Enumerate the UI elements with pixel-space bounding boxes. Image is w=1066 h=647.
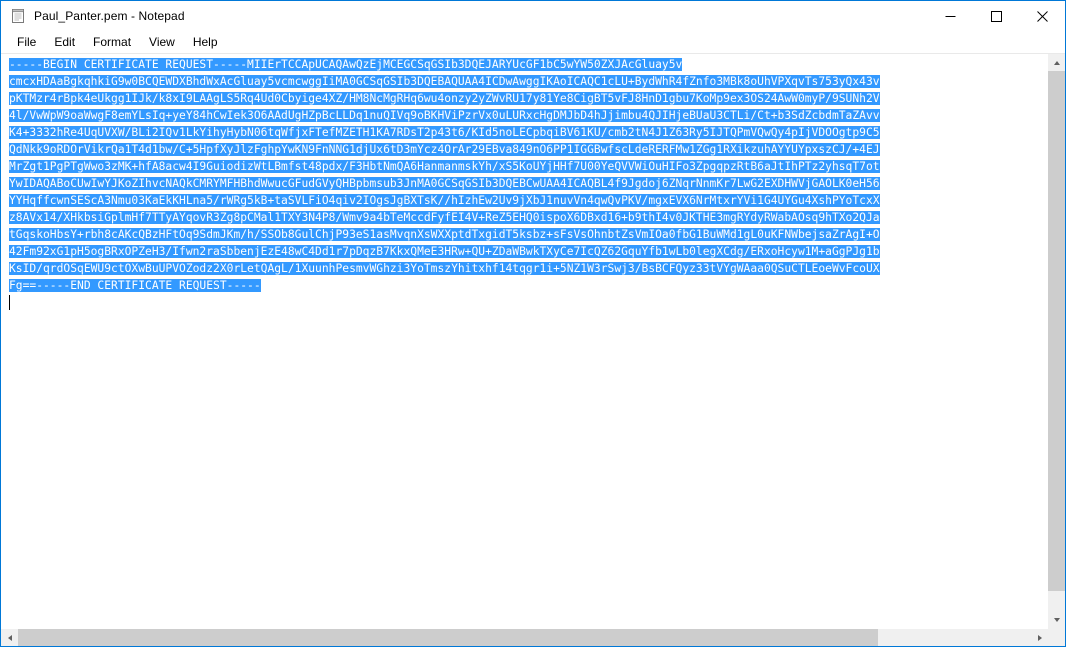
chevron-right-icon [1037, 634, 1042, 641]
menu-item-format[interactable]: Format [84, 33, 140, 52]
close-button[interactable] [1019, 1, 1065, 31]
text-line: KsID/qrdOSqEWU9ctOXwBuUPVOZodz2X0rLetQAg… [9, 260, 1047, 277]
scroll-left-button[interactable] [1, 629, 18, 646]
text-line: YwIDAQABoCUwIwYJKoZIhvcNAQkCMRYMFHBhdWwu… [9, 175, 1047, 192]
text-line: K4+3332hRe4UqUVXW/BLi2IQv1LkYihyHybN06tq… [9, 124, 1047, 141]
document-text[interactable]: -----BEGIN CERTIFICATE REQUEST-----MIIEr… [9, 56, 1047, 294]
chevron-down-icon [1053, 617, 1060, 622]
text-line: cmcxHDAaBgkqhkiG9w0BCQEWDXBhdWxAcGluay5v… [9, 73, 1047, 90]
horizontal-scroll-thumb[interactable] [18, 629, 878, 646]
text-line: QdNkk9oRDOrVikrQa1T4d1bw/C+5HpfXyJlzFghp… [9, 141, 1047, 158]
text-line: 4l/VwWpW9oaWwgF8emYLsIq+yeY84hCwIek3O6AA… [9, 107, 1047, 124]
text-line-content: -----BEGIN CERTIFICATE REQUEST-----MIIEr… [9, 58, 683, 71]
text-line-content: z8AVx14/XHkbsiGplmHf7TTyAYqovR3Zg8pCMal1… [9, 211, 880, 224]
text-line-content: YwIDAQABoCUwIwYJKoZIhvcNAQkCMRYMFHBhdWwu… [9, 177, 880, 190]
text-line-content: QdNkk9oRDOrVikrQa1T4d1bw/C+5HpfXyJlzFghp… [9, 143, 880, 156]
close-icon [1036, 10, 1048, 22]
text-line-content: cmcxHDAaBgkqhkiG9w0BCQEWDXBhdWxAcGluay5v… [9, 75, 880, 88]
editor-client-area: -----BEGIN CERTIFICATE REQUEST-----MIIEr… [1, 53, 1065, 628]
text-line-content: 42Fm92xG1pH5ogBRxOPZeH3/Ifwn2raSbbenjEzE… [9, 245, 880, 258]
scroll-right-button[interactable] [1031, 629, 1048, 646]
text-line: YYHqffcwnSEScA3Nmu03KaEkKHLna5/rWRg5kB+t… [9, 192, 1047, 209]
text-line-content: K4+3332hRe4UqUVXW/BLi2IQv1LkYihyHybN06tq… [9, 126, 880, 139]
scroll-up-button[interactable] [1048, 54, 1065, 71]
menu-item-file[interactable]: File [8, 33, 45, 52]
minimize-button[interactable] [927, 1, 973, 31]
menu-item-edit[interactable]: Edit [45, 33, 84, 52]
text-line-content: Fg==-----END CERTIFICATE REQUEST----- [9, 279, 261, 292]
text-line-content: YYHqffcwnSEScA3Nmu03KaEkKHLna5/rWRg5kB+t… [9, 194, 880, 207]
menu-item-view[interactable]: View [140, 33, 184, 52]
text-line-content: pKTMzr4rBpk4eUkgg1IJk/k8xI9LAAgLS5Rq4Ud0… [9, 92, 880, 105]
text-line-content: MrZgt1PgPTgWwo3zMK+hfA8acw4I9GuiodizWtLB… [9, 160, 880, 173]
maximize-button[interactable] [973, 1, 1019, 31]
menu-item-help[interactable]: Help [184, 33, 227, 52]
text-line-content: tGqskoHbsY+rbh8cAKcQBzHFtOq9SdmJKm/h/SSO… [9, 228, 880, 241]
scroll-down-button[interactable] [1048, 611, 1065, 628]
window-title: Paul_Panter.pem - Notepad [34, 9, 185, 23]
text-line: pKTMzr4rBpk4eUkgg1IJk/k8xI9LAAgLS5Rq4Ud0… [9, 90, 1047, 107]
text-line: z8AVx14/XHkbsiGplmHf7TTyAYqovR3Zg8pCMal1… [9, 209, 1047, 226]
chevron-left-icon [7, 634, 12, 641]
text-editor[interactable]: -----BEGIN CERTIFICATE REQUEST-----MIIEr… [1, 54, 1047, 628]
text-line: MrZgt1PgPTgWwo3zMK+hfA8acw4I9GuiodizWtLB… [9, 158, 1047, 175]
scrollbar-corner [1048, 628, 1065, 646]
text-caret [9, 295, 10, 310]
text-line: -----BEGIN CERTIFICATE REQUEST-----MIIEr… [9, 56, 1047, 73]
vertical-scroll-thumb[interactable] [1048, 71, 1065, 591]
horizontal-scroll-track[interactable] [18, 629, 1031, 646]
menu-bar: File Edit Format View Help [1, 31, 1065, 53]
window-controls [927, 1, 1065, 31]
title-bar[interactable]: Paul_Panter.pem - Notepad [1, 1, 1065, 31]
bottom-scroll-row [1, 628, 1065, 646]
vertical-scroll-track[interactable] [1048, 71, 1065, 611]
notepad-icon [10, 8, 26, 24]
notepad-window: Paul_Panter.pem - Notepad File Edit Form… [0, 0, 1066, 647]
text-line: Fg==-----END CERTIFICATE REQUEST----- [9, 277, 1047, 294]
text-line: 42Fm92xG1pH5ogBRxOPZeH3/Ifwn2raSbbenjEzE… [9, 243, 1047, 260]
vertical-scrollbar[interactable] [1047, 54, 1065, 628]
text-line-content: 4l/VwWpW9oaWwgF8emYLsIq+yeY84hCwIek3O6AA… [9, 109, 880, 122]
chevron-up-icon [1053, 60, 1060, 65]
minimize-icon [945, 15, 955, 17]
text-line: tGqskoHbsY+rbh8cAKcQBzHFtOq9SdmJKm/h/SSO… [9, 226, 1047, 243]
horizontal-scrollbar[interactable] [1, 628, 1048, 646]
text-line-content: KsID/qrdOSqEWU9ctOXwBuUPVOZodz2X0rLetQAg… [9, 262, 880, 275]
maximize-icon [990, 10, 1002, 22]
